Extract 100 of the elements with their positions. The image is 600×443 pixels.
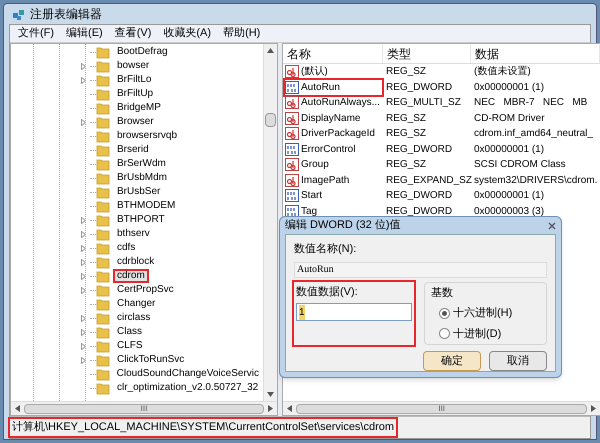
- tree-item[interactable]: circlass: [113, 311, 154, 325]
- folder-icon: [96, 382, 110, 394]
- value-name[interactable]: AutoRun: [285, 80, 382, 95]
- menu-item[interactable]: 查看(V): [114, 25, 152, 42]
- value-data: 0x00000001 (1): [473, 189, 546, 204]
- dialog-title: 编辑 DWORD (32 位)值: [285, 218, 400, 234]
- tree-item[interactable]: bowser: [113, 59, 154, 73]
- folder-icon: [96, 340, 110, 352]
- folder-icon: [96, 242, 110, 254]
- value-data: system32\DRIVERS\cdrom.: [473, 174, 598, 188]
- value-data: CD-ROM Driver: [473, 112, 546, 126]
- folder-icon: [96, 228, 110, 240]
- folder-icon: [96, 200, 110, 212]
- value-name[interactable]: ErrorControl: [285, 142, 382, 157]
- tree-item[interactable]: cdfs: [113, 241, 140, 255]
- folder-icon: [96, 46, 110, 58]
- value-name[interactable]: Start: [285, 188, 382, 204]
- value-data: cdrom.inf_amd64_neutral_: [473, 127, 594, 142]
- horizontal-scrollbar[interactable]: III: [283, 401, 600, 415]
- dialog-button[interactable]: 确定: [423, 351, 481, 371]
- field-label: 数值名称(N):: [294, 242, 358, 257]
- value-name[interactable]: Group: [285, 157, 382, 172]
- window-title: 注册表编辑器: [30, 6, 102, 23]
- tree-item[interactable]: BrFiltUp: [113, 87, 158, 101]
- scroll-left-arrow-icon[interactable]: [15, 405, 20, 412]
- tree-item[interactable]: clr_optimization_v2.0.50727_32: [113, 381, 262, 395]
- tree-item[interactable]: BTHPORT: [113, 213, 169, 227]
- column-header[interactable]: 数据: [471, 44, 600, 62]
- folder-icon: [96, 102, 110, 114]
- tree-item[interactable]: CertPropSvc: [113, 283, 178, 297]
- tree-item[interactable]: BridgeMP: [113, 101, 165, 115]
- radio-button[interactable]: [439, 308, 450, 319]
- string-value-icon: [285, 96, 299, 110]
- tree-item[interactable]: BrSerWdm: [113, 157, 170, 171]
- vertical-scrollbar[interactable]: [263, 44, 277, 401]
- tree-item[interactable]: browsersrvqb: [113, 129, 182, 143]
- value-name-field[interactable]: AutoRun: [294, 262, 547, 278]
- scroll-down-arrow-icon[interactable]: [267, 392, 274, 397]
- value-data: SCSI CDROM Class: [473, 158, 567, 172]
- status-bar-path: 计算机\HKEY_LOCAL_MACHINE\SYSTEM\CurrentControlSet\services\cdrom: [10, 419, 396, 436]
- folder-icon: [96, 116, 110, 128]
- folder-icon: [96, 74, 110, 86]
- folder-icon: [96, 368, 110, 380]
- menu-item[interactable]: 编辑(E): [66, 25, 103, 42]
- radio-label: 十进制(D): [453, 326, 502, 342]
- folder-icon: [96, 172, 110, 184]
- value-data-field[interactable]: 1: [296, 303, 412, 321]
- horizontal-scrollbar[interactable]: III: [11, 401, 277, 415]
- value-type: REG_SZ: [385, 127, 428, 142]
- scroll-right-arrow-icon[interactable]: [268, 405, 273, 412]
- menu-item[interactable]: 文件(F): [18, 25, 54, 42]
- scroll-left-arrow-icon[interactable]: [287, 405, 292, 412]
- expand-arrow-icon[interactable]: [81, 118, 86, 126]
- string-value-icon: [285, 174, 299, 187]
- folder-icon: [96, 214, 110, 226]
- column-header[interactable]: 名称: [283, 44, 383, 62]
- value-name[interactable]: DriverPackageId: [285, 126, 382, 142]
- menu-item[interactable]: 收藏夹(A): [163, 25, 212, 42]
- folder-icon: [96, 88, 110, 100]
- tree-item[interactable]: cdrom: [113, 269, 149, 283]
- folder-icon: [96, 256, 110, 268]
- tree-item[interactable]: Brserid: [113, 143, 153, 157]
- scrollbar-thumb[interactable]: [265, 113, 276, 127]
- column-header[interactable]: 类型: [383, 44, 471, 62]
- tree-item[interactable]: Class: [113, 325, 146, 339]
- radio-button[interactable]: [439, 328, 450, 340]
- value-data: 0x00000003 (3): [473, 204, 546, 219]
- value-name[interactable]: ImagePath: [285, 172, 382, 188]
- tree-item[interactable]: CLFS: [113, 339, 147, 353]
- tree-item[interactable]: BrUsbSer: [113, 185, 164, 199]
- binary-value-icon: [285, 189, 299, 202]
- dialog-button[interactable]: 取消: [489, 351, 547, 371]
- tree-item[interactable]: BrFiltLo: [113, 73, 156, 87]
- tree-item[interactable]: bthserv: [113, 227, 154, 241]
- tree-item[interactable]: Browser: [113, 115, 158, 129]
- value-name[interactable]: AutoRunAlways...: [285, 95, 382, 110]
- tree-item[interactable]: ClickToRunSvc: [113, 353, 188, 367]
- tree-item[interactable]: BootDefrag: [113, 45, 172, 59]
- tree-item[interactable]: cdrblock: [113, 255, 158, 269]
- scroll-right-arrow-icon[interactable]: [591, 405, 596, 412]
- value-name[interactable]: (默认): [285, 64, 382, 80]
- tree-item[interactable]: CloudSoundChangeVoiceServic: [112, 367, 263, 381]
- close-icon[interactable]: [548, 222, 556, 230]
- value-type: REG_DWORD: [385, 189, 454, 204]
- scrollbar-grip: III: [140, 402, 148, 414]
- tree-item[interactable]: Changer: [113, 297, 160, 311]
- value-type: REG_DWORD: [385, 142, 454, 157]
- value-data: (数值未设置): [473, 64, 532, 80]
- value-type: REG_DWORD: [385, 80, 454, 95]
- value-name[interactable]: DisplayName: [285, 110, 382, 126]
- menu-item[interactable]: 帮助(H): [223, 25, 260, 42]
- tree-item[interactable]: BTHMODEM: [113, 199, 180, 213]
- scroll-up-arrow-icon[interactable]: [267, 48, 274, 53]
- folder-icon: [96, 186, 110, 198]
- folder-icon: [96, 144, 110, 156]
- folder-icon: [96, 284, 110, 296]
- tree-item[interactable]: BrUsbMdm: [113, 171, 172, 185]
- binary-value-icon: [285, 142, 299, 156]
- string-value-icon: [285, 158, 299, 172]
- folder-icon: [96, 326, 110, 338]
